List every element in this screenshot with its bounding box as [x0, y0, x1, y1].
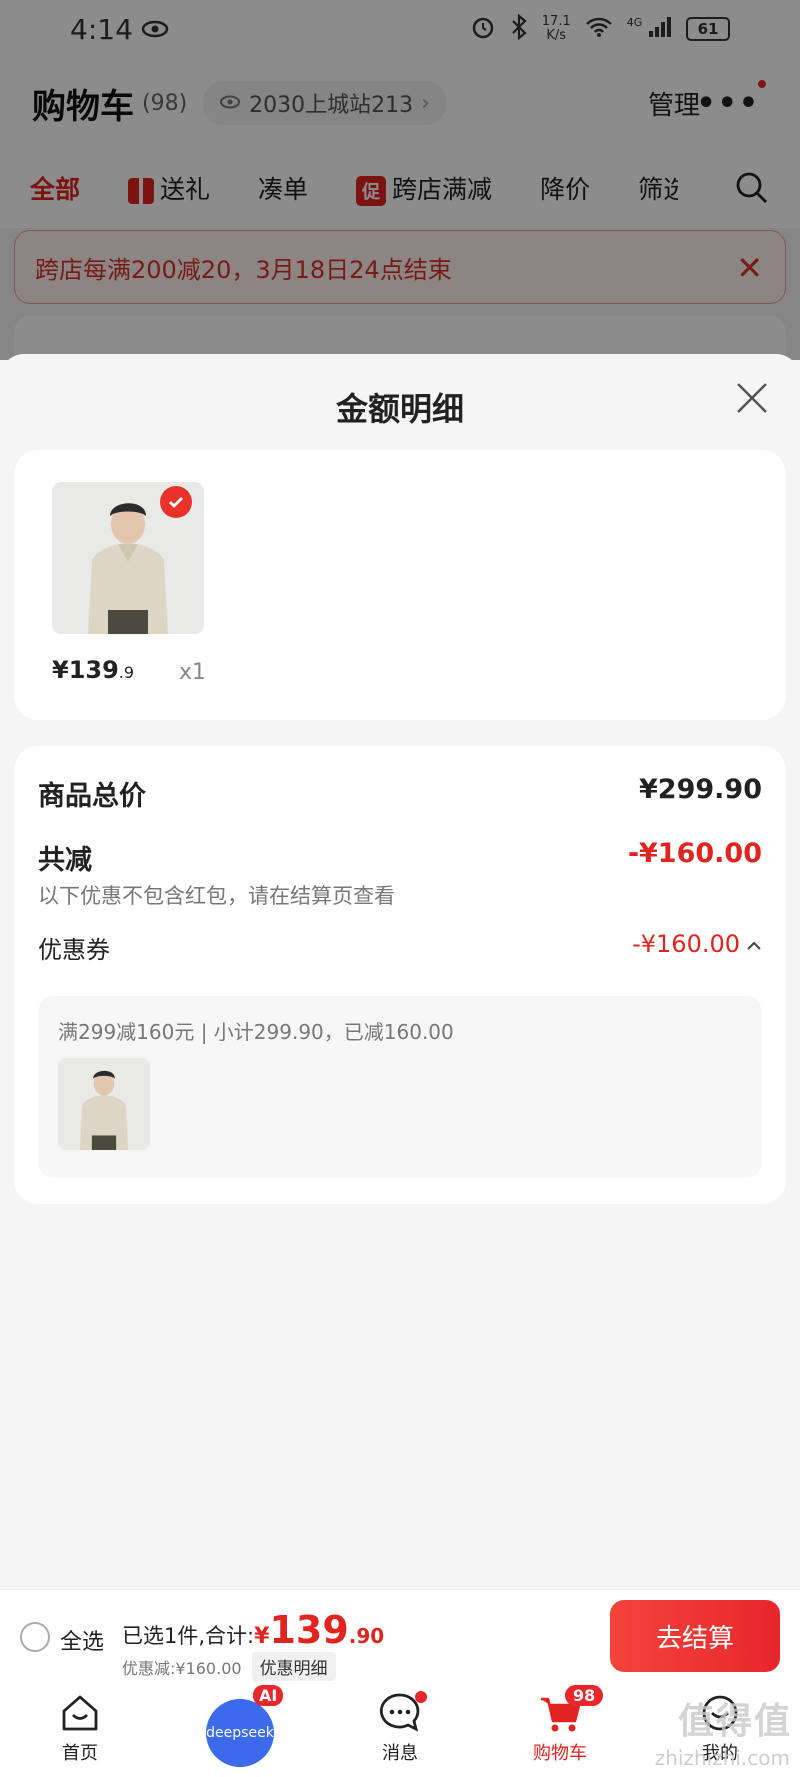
close-icon[interactable] [734, 380, 770, 416]
item-price-decimal: .9 [118, 663, 135, 682]
tabbar-home-label: 首页 [62, 1743, 98, 1764]
coupon-toggle[interactable]: -¥160.00 [632, 930, 762, 958]
coupon-label: 优惠券 [38, 936, 110, 964]
total-decimal: .90 [348, 1624, 385, 1648]
total-amount: 139 [269, 1608, 349, 1652]
selected-text: 已选1件,合计: [122, 1624, 255, 1648]
modal-overlay[interactable] [0, 0, 800, 360]
watermark-url: zhizhizhi.com [654, 1746, 790, 1770]
coupon-detail-text: 满299减160元 | 小计299.90，已减160.00 [58, 1020, 454, 1044]
price-detail-sheet: 金额明细 ¥139.9 x1 商品总价 ¥299.90 共减 -¥160.00 … [0, 354, 800, 1589]
discount-detail-button[interactable]: 优惠明细 [251, 1652, 336, 1681]
deepseek-icon: deepseek [206, 1699, 274, 1767]
checkmark-icon[interactable] [160, 486, 192, 518]
total-currency: ¥ [254, 1624, 270, 1649]
total-discount-value: -¥160.00 [627, 838, 762, 869]
tabbar-messages[interactable]: 消息 [320, 1683, 480, 1777]
coupon-detail-box: 满299减160元 | 小计299.90，已减160.00 [38, 996, 762, 1178]
selected-items-card: ¥139.9 x1 [14, 450, 786, 720]
tabbar-cart-label: 购物车 [533, 1743, 587, 1764]
discount-note: 以下优惠不包含红包，请在结算页查看 [38, 884, 395, 908]
checkout-button[interactable]: 去结算 [610, 1600, 780, 1672]
tabbar-cart[interactable]: 98 购物车 [480, 1683, 640, 1777]
product-thumbnail [58, 1058, 150, 1150]
cart-badge: 98 [565, 1685, 604, 1706]
discount-line: 优惠减:¥160.00 优惠明细 [122, 1652, 336, 1681]
coupon-value: -¥160.00 [632, 930, 740, 958]
total-price-label: 商品总价 [38, 781, 146, 812]
item-price: ¥139.9 [52, 656, 134, 684]
select-all-checkbox[interactable] [20, 1622, 50, 1652]
tabbar-messages-label: 消息 [382, 1743, 418, 1764]
item-quantity: x1 [179, 660, 207, 685]
discount-text: 优惠减:¥160.00 [122, 1658, 242, 1678]
selected-summary: 已选1件,合计: ¥ 139 .90 [122, 1608, 384, 1652]
home-icon [58, 1691, 102, 1735]
sheet-title: 金额明细 [335, 390, 464, 428]
message-dot [415, 1691, 427, 1703]
price-summary-card: 商品总价 ¥299.90 共减 -¥160.00 以下优惠不包含红包，请在结算页… [14, 746, 786, 1204]
chevron-up-icon [746, 930, 762, 958]
ai-badge: AI [253, 1685, 284, 1706]
checkout-bar: 全选 已选1件,合计: ¥ 139 .90 优惠减:¥160.00 优惠明细 去… [0, 1589, 800, 1683]
watermark: 值得值 [677, 1701, 792, 1742]
tabbar-home[interactable]: 首页 [0, 1683, 160, 1777]
item-price-main: ¥139 [52, 656, 119, 684]
total-price-value: ¥299.90 [639, 774, 762, 805]
tabbar-deepseek[interactable]: deepseek AI [160, 1683, 320, 1777]
total-discount-label: 共减 [38, 845, 92, 876]
select-all-label[interactable]: 全选 [60, 1624, 104, 1656]
